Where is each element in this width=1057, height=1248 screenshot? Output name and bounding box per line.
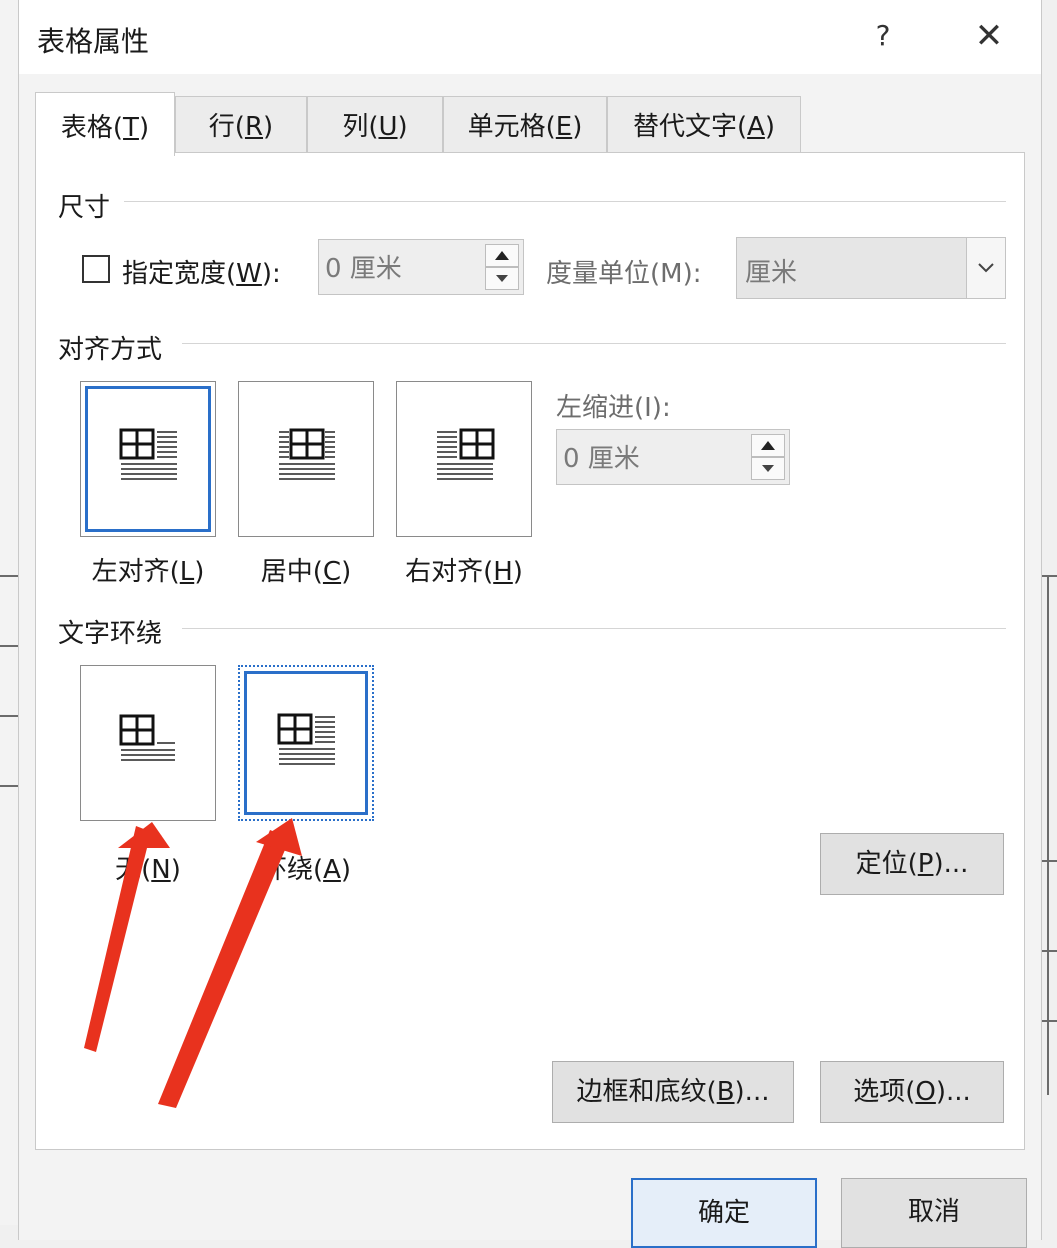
- background-table-line: [0, 715, 18, 717]
- help-button[interactable]: ?: [865, 12, 901, 60]
- wrap-none-label: 无(N): [115, 855, 181, 885]
- wrap-around-label: 环绕(A): [260, 855, 352, 885]
- triangle-down-icon: [762, 465, 774, 472]
- triangle-up-icon: [495, 251, 509, 260]
- options-button[interactable]: 选项(O)...: [820, 1061, 1004, 1123]
- measure-unit-value: 厘米: [745, 258, 798, 288]
- align-center-option[interactable]: [238, 381, 374, 537]
- cancel-button[interactable]: 取消: [841, 1178, 1027, 1248]
- wrap-none-option[interactable]: [80, 665, 216, 821]
- section-divider: [182, 628, 1006, 629]
- background-table-line: [0, 575, 18, 577]
- table-align-center-icon: [279, 428, 335, 480]
- left-indent-spinbox[interactable]: 0 厘米: [556, 429, 790, 485]
- width-spinbox[interactable]: 0 厘米: [318, 239, 524, 295]
- align-center-label: 居中(C): [260, 557, 352, 587]
- table-properties-dialog: 表格属性 ? ✕ 表格(T) 行(R) 列(U) 单元格(E) 替代文字(A) …: [18, 0, 1042, 1248]
- tab-table[interactable]: 表格(T): [35, 92, 175, 156]
- align-right-label: 右对齐(H): [405, 557, 523, 587]
- background-table-line: [1047, 575, 1049, 1095]
- title-bar: 表格属性 ? ✕: [19, 0, 1041, 74]
- width-value: 0 厘米: [325, 254, 402, 284]
- background-table-line: [0, 645, 18, 647]
- section-title-text-wrap: 文字环绕: [58, 619, 163, 649]
- close-button[interactable]: ✕: [967, 12, 1011, 60]
- positioning-button[interactable]: 定位(P)...: [820, 833, 1004, 895]
- tab-alt-text[interactable]: 替代文字(A): [607, 96, 801, 152]
- specify-width-label: 指定宽度(W):: [122, 259, 281, 289]
- align-right-option[interactable]: [396, 381, 532, 537]
- indent-spin-up[interactable]: [751, 434, 785, 457]
- specify-width-checkbox[interactable]: [82, 255, 110, 283]
- align-left-label: 左对齐(L): [91, 557, 205, 587]
- wrap-around-option[interactable]: [238, 665, 374, 821]
- left-indent-value: 0 厘米: [563, 444, 640, 474]
- width-spin-down[interactable]: [485, 267, 519, 290]
- section-title-alignment: 对齐方式: [58, 335, 163, 365]
- table-align-right-icon: [437, 428, 495, 480]
- align-left-option[interactable]: [80, 381, 216, 537]
- table-align-left-icon: [119, 428, 177, 480]
- triangle-down-icon: [496, 275, 508, 282]
- tab-row[interactable]: 行(R): [175, 96, 307, 152]
- table-wrap-around-icon: [277, 713, 335, 765]
- section-title-size: 尺寸: [58, 193, 111, 223]
- triangle-up-icon: [761, 441, 775, 450]
- measure-unit-select[interactable]: 厘米: [736, 237, 1006, 299]
- chevron-down-icon: [966, 238, 1005, 298]
- tab-column[interactable]: 列(U): [307, 96, 443, 152]
- background-document: [0, 0, 18, 1225]
- width-spin-up[interactable]: [485, 244, 519, 267]
- tab-panel-table: 尺寸 指定宽度(W): 0 厘米 度量单位(M): 厘米 对齐方式 左对齐(L)…: [35, 152, 1025, 1150]
- section-divider: [182, 343, 1006, 344]
- measure-unit-label: 度量单位(M):: [546, 259, 702, 289]
- section-divider: [124, 201, 1006, 202]
- indent-spin-down[interactable]: [751, 457, 785, 480]
- tab-cell[interactable]: 单元格(E): [443, 96, 607, 152]
- background-table-line: [0, 785, 18, 787]
- left-indent-label: 左缩进(I):: [556, 393, 671, 423]
- ok-button[interactable]: 确定: [631, 1178, 817, 1248]
- table-no-wrap-icon: [119, 714, 175, 761]
- dialog-title: 表格属性: [37, 25, 150, 58]
- borders-shading-button[interactable]: 边框和底纹(B)...: [552, 1061, 794, 1123]
